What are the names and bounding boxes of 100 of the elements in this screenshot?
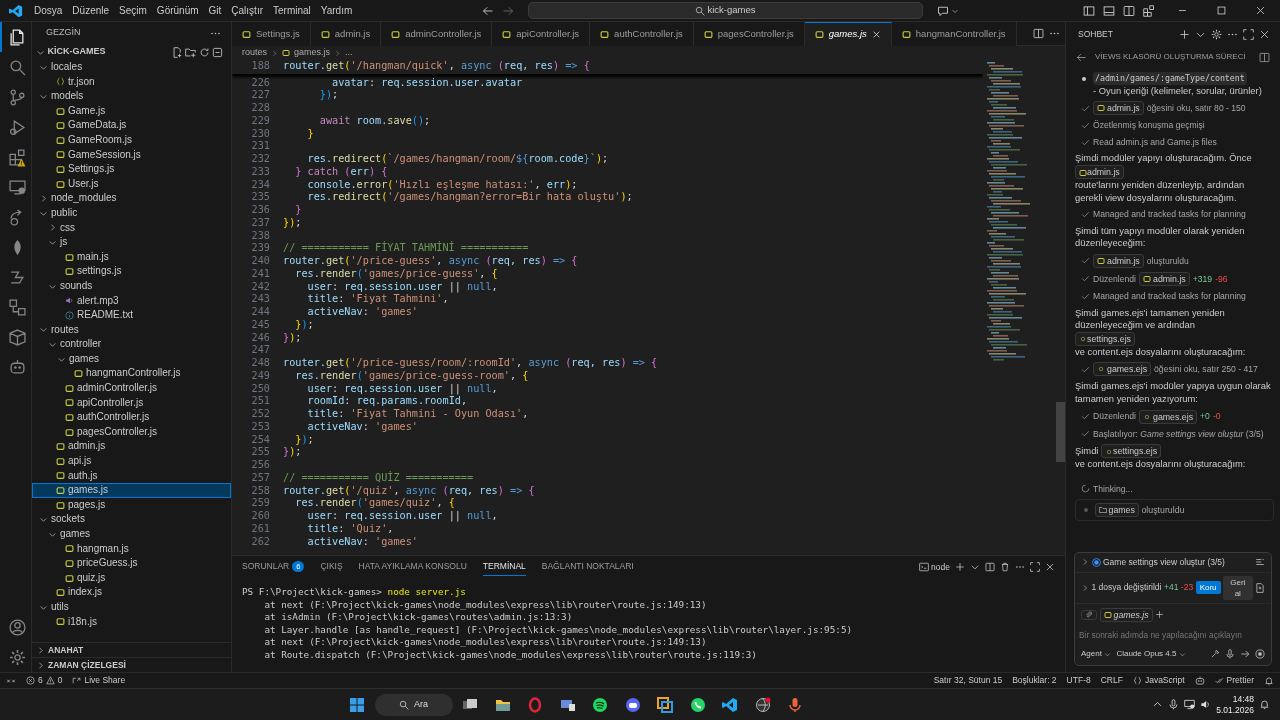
close-button[interactable] xyxy=(1255,5,1266,16)
plus-icon[interactable] xyxy=(1179,28,1190,40)
plus-icon[interactable] xyxy=(955,562,965,572)
new-folder-icon[interactable] xyxy=(185,46,196,58)
editor-tab[interactable]: games.js xyxy=(804,22,892,46)
close-icon[interactable] xyxy=(1045,562,1055,572)
file-item[interactable]: main.js xyxy=(32,249,231,265)
scrollbar-thumb[interactable] xyxy=(1056,402,1065,462)
microphone-icon[interactable] xyxy=(1168,699,1180,710)
file-chip[interactable]: admin.js xyxy=(1139,271,1190,286)
file-item[interactable]: README.txt xyxy=(32,308,231,323)
file-item[interactable]: hangmanController.js xyxy=(32,366,231,382)
close-icon[interactable] xyxy=(1259,28,1270,40)
file-chip[interactable]: admin.js xyxy=(1093,101,1144,116)
ring-icon[interactable] xyxy=(527,696,544,713)
caret-icon[interactable] xyxy=(970,562,980,572)
menu-item[interactable]: Dosya xyxy=(29,3,68,18)
menu-item[interactable]: Terminal xyxy=(268,3,316,18)
file-chip[interactable]: settings.ejs xyxy=(1075,331,1135,346)
microphone-icon[interactable] xyxy=(787,696,804,713)
folder-item[interactable]: models xyxy=(32,89,231,104)
file-item[interactable]: priceGuess.js xyxy=(32,556,231,571)
breadcrumb-item[interactable]: routes xyxy=(242,46,267,60)
changes-label[interactable]: 1 dosya değiştirildi xyxy=(1091,581,1162,594)
bell-icon[interactable] xyxy=(1264,675,1274,686)
close-icon[interactable] xyxy=(871,30,881,39)
file-chip[interactable]: games.ejs xyxy=(1139,409,1198,424)
editor-tab[interactable]: adminController.js xyxy=(381,22,493,46)
file-item[interactable]: games.js xyxy=(32,483,231,498)
model-dropdown[interactable]: Claude Opus 4.5 xyxy=(1116,648,1186,660)
maximize-icon[interactable] xyxy=(1030,562,1040,572)
line-ending-button[interactable]: CRLF xyxy=(1100,674,1123,687)
file-item[interactable]: api.js xyxy=(32,454,231,469)
file-chip[interactable]: admin.js xyxy=(1075,164,1124,179)
editor-tab[interactable]: Settings.js xyxy=(232,22,311,46)
attachment-chip[interactable]: games.js xyxy=(1099,607,1153,622)
send-icon[interactable] xyxy=(1240,649,1250,659)
list-icon[interactable] xyxy=(1255,557,1265,568)
file-item[interactable]: adminController.js xyxy=(32,381,231,396)
speaker-icon[interactable] xyxy=(1200,699,1212,710)
folder-item[interactable]: utils xyxy=(32,599,231,615)
project-name[interactable]: KİCK-GAMES xyxy=(47,45,169,59)
display-icon[interactable] xyxy=(1184,699,1196,710)
attach-button[interactable] xyxy=(1081,609,1097,620)
terminal-selector[interactable]: node xyxy=(918,560,950,574)
taskbar-search[interactable]: Ara xyxy=(374,693,453,716)
editor-tab[interactable]: hangmanController.js xyxy=(891,22,1017,46)
undo-button[interactable]: Geri al xyxy=(1223,575,1253,600)
split-icon[interactable] xyxy=(985,562,995,572)
title-search-field[interactable]: kick-games xyxy=(527,2,923,19)
section-header[interactable]: ANAHAT xyxy=(32,642,231,657)
trash-icon[interactable] xyxy=(1000,562,1010,572)
panel-tab[interactable]: HATA AYIKLAMA KONSOLU xyxy=(358,558,467,576)
breadcrumb-item[interactable]: ... xyxy=(345,46,353,60)
file-item[interactable]: GameData.js xyxy=(32,118,231,133)
maximize-button[interactable] xyxy=(1216,5,1227,16)
folder-item[interactable]: sounds xyxy=(32,278,231,294)
live-share-button[interactable]: Live Share xyxy=(72,674,126,687)
folder-item[interactable]: css xyxy=(32,220,231,236)
grid-layout-icon[interactable] xyxy=(1143,4,1155,17)
file-item[interactable]: apiController.js xyxy=(32,395,231,411)
settings-icon[interactable] xyxy=(1211,28,1222,40)
tools-icon[interactable] xyxy=(1210,649,1220,659)
split-editor-icon[interactable] xyxy=(1033,28,1044,39)
folder-item[interactable]: games xyxy=(32,351,231,367)
encoding-button[interactable]: UTF-8 xyxy=(1066,674,1091,687)
menu-item[interactable]: Düzenle xyxy=(67,3,115,18)
file-item[interactable]: settings.js xyxy=(32,264,231,279)
file-diff-icon[interactable] xyxy=(1255,582,1265,593)
file-chip[interactable]: admin.js xyxy=(1093,253,1144,268)
file-chip[interactable]: games.ejs xyxy=(1093,362,1152,377)
back-arrow-icon[interactable] xyxy=(481,4,494,17)
panel-tab[interactable]: ÇIKIŞ xyxy=(320,558,343,576)
account-icon[interactable] xyxy=(8,618,26,636)
collapse-icon[interactable] xyxy=(212,46,223,58)
split-layout-icon[interactable] xyxy=(1123,4,1135,17)
panel-tab[interactable]: TERMİNAL xyxy=(482,558,526,576)
menu-item[interactable]: Yardım xyxy=(315,3,358,18)
split-icon[interactable] xyxy=(1259,51,1270,63)
file-item[interactable]: pagesController.js xyxy=(32,424,231,440)
folder-item[interactable]: games xyxy=(32,527,231,542)
file-item[interactable]: GameSession.js xyxy=(32,147,231,163)
file-item[interactable]: quiz.js xyxy=(32,570,231,586)
problems-indicator[interactable]: 6 0 xyxy=(26,674,63,687)
sidebar-layout-icon[interactable] xyxy=(1083,4,1095,17)
game-controller-icon[interactable] xyxy=(624,696,641,713)
clock-time[interactable]: 14:48 xyxy=(1232,693,1254,705)
menu-item[interactable]: Git xyxy=(203,3,227,18)
folder-item[interactable]: node_modules xyxy=(32,191,231,206)
settings-icon[interactable] xyxy=(8,648,26,666)
file-item[interactable]: authController.js xyxy=(32,410,231,425)
mode-dropdown[interactable]: Agent xyxy=(1081,648,1112,660)
menu-item[interactable]: Çalıştır xyxy=(226,3,268,18)
folder-item[interactable]: js xyxy=(32,235,231,250)
file-item[interactable]: Game.js xyxy=(32,103,231,119)
language-mode-button[interactable]: JavaScript xyxy=(1132,674,1185,687)
editor-tab[interactable]: apiController.js xyxy=(492,22,591,46)
file-item[interactable]: i18n.js xyxy=(32,614,231,630)
file-item[interactable]: admin.js xyxy=(32,439,231,455)
file-item[interactable]: alert.mp3 xyxy=(32,293,231,309)
